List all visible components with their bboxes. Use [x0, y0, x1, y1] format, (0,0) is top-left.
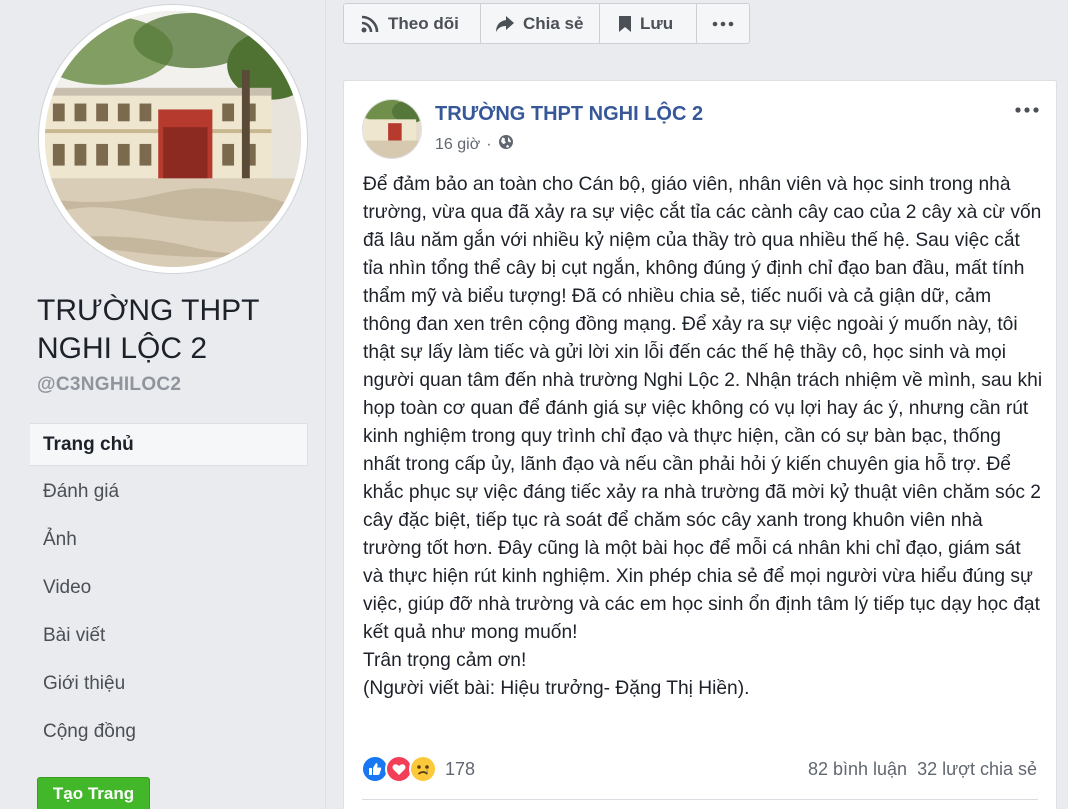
post-paragraph: (Người viết bài: Hiệu trưởng- Đặng Thị H…: [363, 678, 750, 699]
page-navigation: Trang chủ Đánh giá Ảnh Video Bài viết Gi…: [30, 423, 308, 756]
comment-count-link[interactable]: 82 bình luận: [808, 759, 907, 780]
post-engagement-stats: 82 bình luận 32 lượt chia sẻ: [808, 759, 1037, 780]
nav-item-photos[interactable]: Ảnh: [30, 516, 308, 564]
page-profile-picture[interactable]: [38, 4, 308, 274]
nav-item-about[interactable]: Giới thiệu: [30, 660, 308, 708]
post-paragraph: Để đảm bảo an toàn cho Cán bộ, giáo viên…: [363, 174, 1043, 643]
page-username[interactable]: @C3NGHILOC2: [37, 374, 181, 396]
nav-item-community[interactable]: Cộng đồng: [30, 708, 308, 756]
share-count-link[interactable]: 32 lượt chia sẻ: [917, 759, 1037, 780]
meta-separator: ·: [486, 135, 492, 153]
share-label: Chia sẻ: [523, 13, 584, 33]
post-text: Để đảm bảo an toàn cho Cán bộ, giáo viên…: [363, 171, 1043, 703]
post-author-avatar[interactable]: [362, 99, 422, 159]
page-action-bar: Theo dõi Chia sẻ Lưu: [343, 3, 750, 44]
post-timestamp[interactable]: 16 giờ: [435, 136, 480, 154]
nav-item-reviews[interactable]: Đánh giá: [30, 468, 308, 516]
school-building-photo: [45, 11, 301, 267]
post-paragraph: Trân trọng cảm ơn!: [363, 650, 527, 671]
reaction-count: 178: [445, 758, 476, 779]
post-options-button[interactable]: [1012, 97, 1042, 121]
bookmark-icon: [618, 15, 632, 33]
follow-label: Theo dõi: [388, 13, 459, 33]
reactions-summary[interactable]: 178: [361, 755, 475, 783]
nav-item-home[interactable]: Trang chủ: [30, 423, 308, 466]
nav-item-posts[interactable]: Bài viết: [30, 612, 308, 660]
more-options-button[interactable]: [697, 4, 749, 43]
follow-button[interactable]: Theo dõi: [344, 4, 481, 43]
save-button[interactable]: Lưu: [600, 4, 697, 43]
post-author-name[interactable]: TRƯỜNG THPT NGHI LỘC 2: [435, 103, 703, 126]
nav-item-videos[interactable]: Video: [30, 564, 308, 612]
rss-icon: [360, 14, 380, 34]
globe-icon[interactable]: [498, 134, 514, 155]
save-label: Lưu: [640, 13, 674, 33]
share-arrow-icon: [495, 15, 515, 33]
create-page-button[interactable]: Tạo Trang: [37, 777, 150, 809]
post-card: TRƯỜNG THPT NGHI LỘC 2 16 giờ · Để đảm b…: [343, 80, 1057, 809]
page-title: TRƯỜNG THPT NGHI LỘC 2: [37, 294, 259, 365]
more-dots-icon: [1015, 100, 1039, 118]
post-divider: [362, 799, 1038, 800]
share-button[interactable]: Chia sẻ: [481, 4, 600, 43]
page-sidebar: TRƯỜNG THPT NGHI LỘC 2 @C3NGHILOC2 Trang…: [0, 0, 326, 809]
sad-icon: [409, 755, 437, 783]
post-metadata: 16 giờ ·: [435, 134, 514, 155]
more-dots-icon: [712, 21, 734, 27]
